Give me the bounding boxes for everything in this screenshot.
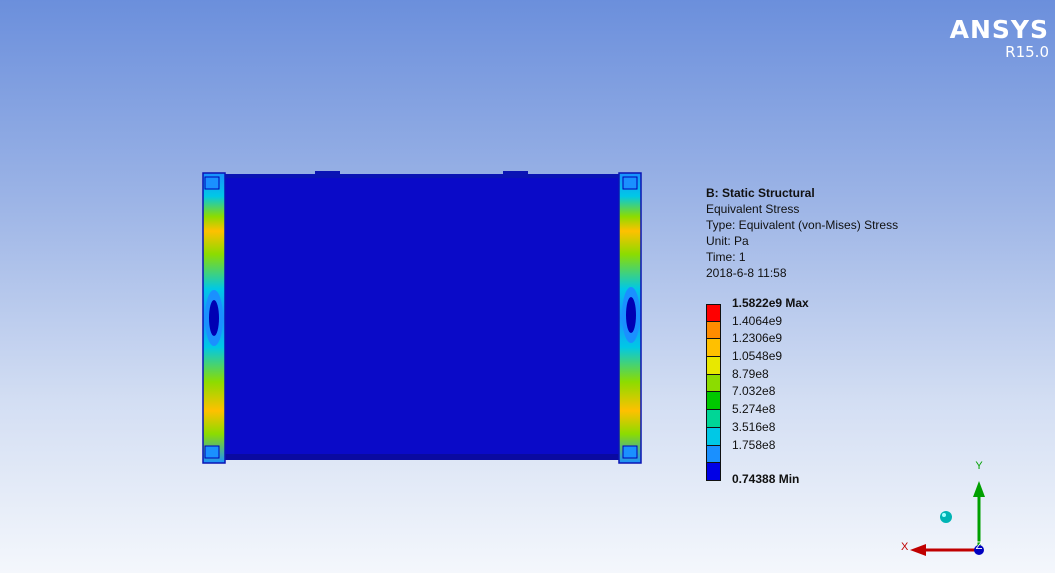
legend-swatch: [706, 427, 721, 446]
result-line: Type: Equivalent (von-Mises) Stress: [706, 218, 899, 232]
legend-level-label: 1.4064e9: [732, 313, 783, 328]
x-axis-arrowhead: [910, 544, 926, 556]
legend-level-label: 3.516e8: [732, 419, 776, 434]
legend-level-label: 1.758e8: [732, 437, 776, 452]
y-axis-label: Y: [975, 460, 983, 472]
model-left-corner-top: [204, 176, 220, 190]
legend-swatch: [706, 463, 721, 481]
model-top-tab: [503, 171, 528, 177]
model-left-hole: [209, 300, 219, 336]
legend-swatch: [706, 445, 721, 464]
triad-iso-sphere[interactable]: [940, 511, 952, 523]
legend-swatch: [706, 357, 721, 375]
stress-contour-model[interactable]: [195, 168, 645, 468]
legend-min-label: 0.74388 Min: [732, 472, 800, 487]
model-left-corner-bottom: [204, 445, 220, 459]
legend-level-label: 8.79e8: [732, 366, 769, 381]
result-line: Unit: Pa: [706, 234, 749, 248]
triad-iso-sphere-highlight: [942, 513, 946, 517]
model-main-body: [223, 178, 621, 460]
ansys-logo: ANSYS R15.0: [949, 15, 1049, 61]
brand-version: R15.0: [1005, 43, 1049, 61]
y-axis-arrowhead: [973, 481, 985, 497]
x-axis-label: X: [901, 541, 909, 553]
legend-swatch: [706, 339, 721, 358]
result-line: 2018-6-8 11:58: [706, 266, 787, 280]
model-right-corner-bottom: [622, 445, 638, 459]
graphics-viewport[interactable]: ANSYS R15.0 B: Static Structural Equival…: [0, 0, 1055, 573]
model-right-hole: [626, 297, 636, 333]
brand-logo-text: ANSYS: [949, 15, 1049, 44]
legend-swatch: [706, 374, 721, 393]
legend-swatch: [706, 392, 721, 411]
legend-swatch: [706, 410, 721, 428]
legend-swatch: [706, 304, 721, 322]
legend-level-label: 7.032e8: [732, 384, 776, 399]
model-top-tab: [315, 171, 340, 177]
result-info-panel: B: Static Structural Equivalent Stress T…: [706, 185, 898, 281]
result-line: Time: 1: [706, 250, 746, 264]
legend-level-label: 1.2306e9: [732, 331, 783, 346]
axis-triad[interactable]: Y X Z: [890, 455, 1000, 565]
z-axis-label: Z: [976, 540, 983, 552]
result-line: Equivalent Stress: [706, 202, 800, 216]
model-right-corner-top: [622, 176, 638, 190]
legend-level-label: 5.274e8: [732, 402, 776, 417]
legend-max-label: 1.5822e9 Max: [732, 296, 809, 310]
legend-swatch: [706, 321, 721, 340]
model-bottom-edge: [223, 454, 621, 460]
legend-level-label: 1.0548e9: [732, 349, 783, 364]
result-title: B: Static Structural: [706, 186, 815, 200]
